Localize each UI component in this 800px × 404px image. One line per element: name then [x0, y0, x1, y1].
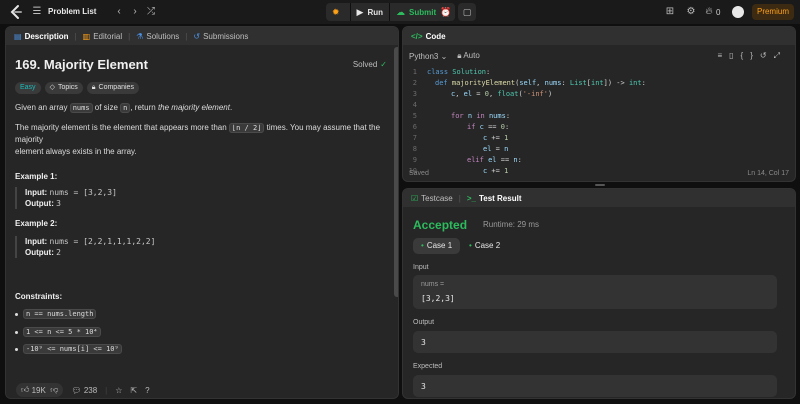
tab-test-result[interactable]: >_ Test Result	[467, 194, 522, 203]
share-button[interactable]: ⇱	[130, 386, 137, 395]
problem-list-link[interactable]: Problem List	[48, 7, 96, 16]
problem-paragraph-1: Given an array nums of size n, return th…	[15, 103, 233, 113]
companies-tag[interactable]: 🔒︎ Companies	[86, 82, 139, 94]
description-panel: ▤ Description | ▥ Editorial | ⚗ Solutions |…	[5, 26, 399, 399]
streak-count: 0	[716, 8, 721, 17]
chevron-left-icon[interactable]: ‹	[112, 5, 126, 19]
bug-icon: ✹	[332, 6, 340, 17]
example-1-title: Example 1:	[15, 172, 58, 181]
constraint-item: 1 <= n <= 5 * 10⁴	[15, 327, 101, 337]
lock-icon: 🔒︎	[91, 84, 96, 91]
leetcode-logo-icon[interactable]	[9, 4, 23, 20]
thumbs-up-icon: 👍︎	[21, 385, 30, 394]
tab-submissions[interactable]: ↺ Submissions	[193, 32, 248, 41]
avatar[interactable]	[732, 6, 744, 18]
submit-button[interactable]: ☁ Submit	[390, 3, 442, 21]
gear-icon[interactable]: ⚙	[684, 5, 698, 19]
description-tabs: ▤ Description | ▥ Editorial | ⚗ Solutions |…	[6, 27, 398, 45]
lock-icon: 🔒︎	[457, 51, 462, 60]
history-icon: ↺	[193, 31, 201, 41]
run-button[interactable]: ▶ Run	[351, 3, 389, 21]
share-icon: ⇱	[130, 385, 138, 395]
debug-button[interactable]: ✹	[326, 3, 350, 21]
tab-solutions[interactable]: ⚗ Solutions	[136, 32, 179, 41]
input-label: Input	[413, 264, 429, 271]
submit-label: Submit	[409, 7, 437, 17]
code-icon: </>	[411, 31, 423, 41]
tab-editorial[interactable]: ▥ Editorial	[83, 32, 122, 41]
help-button[interactable]: ?	[145, 386, 149, 395]
verdict-status: Accepted	[413, 218, 468, 232]
editor-tool-icons[interactable]: ≡▯{}↺⤢	[717, 51, 787, 61]
constraint-item: n == nums.length	[15, 309, 97, 319]
run-label: Run	[367, 7, 384, 17]
topics-tag[interactable]: ◇ Topics	[44, 82, 83, 94]
expected-box: 3	[413, 375, 777, 397]
question-icon: ?	[145, 385, 150, 395]
tag-list: Easy ◇ Topics 🔒︎ Companies	[15, 82, 143, 94]
alarm-button[interactable]: ⏰	[437, 3, 455, 21]
terminal-icon: >_	[466, 193, 476, 203]
flask-icon: ⚗	[136, 31, 144, 41]
note-icon: ▢	[462, 6, 472, 17]
play-icon: ▶	[356, 6, 364, 17]
problem-paragraph-2: The majority element is the element that…	[15, 123, 381, 156]
star-icon: ☆	[115, 385, 123, 395]
tab-testcase[interactable]: ☑ Testcase	[411, 194, 453, 203]
case-2-tab[interactable]: • Case 2	[461, 238, 508, 254]
difficulty-badge: Easy	[15, 82, 41, 94]
shuffle-icon[interactable]: ⤮	[144, 5, 158, 19]
book-icon: ▥	[82, 31, 91, 41]
example-2-title: Example 2:	[15, 219, 58, 228]
code-toolbar: Python3 ⌄ 🔒︎ Auto ≡▯{}↺⤢	[403, 49, 795, 63]
tag-icon: ◇	[49, 84, 55, 91]
thumbs-down-icon: 👎︎	[50, 385, 59, 394]
code-panel: </> Code Python3 ⌄ 🔒︎ Auto ≡▯{}↺⤢ 1 class …	[402, 26, 796, 182]
test-result-panel: ☑ Testcase | >_ Test Result Accepted Runti…	[402, 188, 796, 399]
cursor-position: Ln 14, Col 17	[747, 170, 789, 177]
scrollbar[interactable]	[394, 47, 398, 297]
tab-description[interactable]: ▤ Description	[14, 32, 69, 41]
case-1-tab[interactable]: • Case 1	[413, 238, 461, 254]
streak-fire-icon[interactable]: 🔥︎	[702, 5, 716, 19]
top-bar: ☰ Problem List ‹ › ⤮ ✹ ▶ Run ☁ Submit ⏰ ▢ …	[0, 0, 800, 24]
runtime-text: Runtime: 29 ms	[483, 220, 540, 229]
problem-list-icon[interactable]: ☰	[30, 5, 44, 19]
constraints-title: Constraints:	[15, 292, 63, 301]
auto-mode[interactable]: 🔒︎ Auto	[457, 51, 480, 61]
code-editor[interactable]: 1 class Solution: 2 def majorityElement(se…	[403, 67, 793, 177]
output-box: 3	[413, 331, 777, 353]
constraint-item: -10⁹ <= nums[i] <= 10⁹	[15, 344, 122, 354]
description-footer: 👍︎ 19K 👎︎ 💬︎ 238 | ☆ ⇱ ?	[6, 379, 398, 398]
tab-code[interactable]: </> Code	[411, 32, 446, 41]
save-status: Saved	[409, 170, 429, 177]
favorite-button[interactable]: ☆	[115, 386, 122, 395]
example-2-block: Input: nums = [2,2,1,1,1,2,2] Output: 2	[15, 236, 155, 258]
result-tabs: ☑ Testcase | >_ Test Result	[403, 189, 795, 207]
layout-grid-icon[interactable]: ⊞	[663, 5, 677, 19]
cloud-upload-icon: ☁	[396, 6, 406, 17]
notes-button[interactable]: ▢	[458, 3, 476, 21]
checkbox-icon: ☑	[411, 193, 419, 203]
alarm-icon: ⏰	[440, 6, 452, 17]
premium-button[interactable]: Premium	[752, 4, 794, 20]
comments-button[interactable]: 💬︎ 238	[71, 386, 97, 395]
like-button[interactable]: 👍︎ 19K 👎︎	[16, 383, 64, 397]
language-select[interactable]: Python3 ⌄	[409, 52, 447, 61]
input-box: nums = [3,2,3]	[413, 275, 777, 309]
solved-status: Solved ✓	[352, 60, 387, 69]
document-icon: ▤	[14, 31, 22, 41]
panel-resize-handle[interactable]	[595, 184, 605, 186]
code-header: </> Code	[403, 27, 795, 45]
run-submit-group: ✹ ▶ Run ☁ Submit	[326, 3, 443, 21]
chevron-right-icon[interactable]: ›	[128, 5, 142, 19]
check-circle-icon: ✓	[380, 60, 387, 69]
comment-icon: 💬︎	[71, 385, 82, 395]
expected-label: Expected	[413, 363, 443, 370]
example-1-block: Input: nums = [3,2,3] Output: 3	[15, 187, 117, 209]
output-label: Output	[413, 319, 435, 326]
page-title: 169. Majority Element	[15, 57, 148, 72]
